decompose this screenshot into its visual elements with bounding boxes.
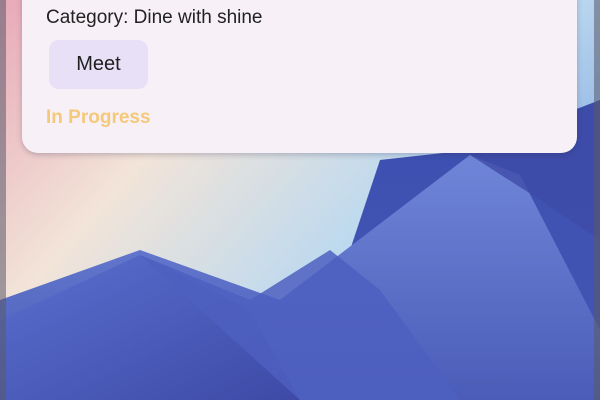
category-label: Category: Dine with shine [46, 7, 263, 28]
status-label: In Progress [46, 107, 151, 128]
meet-tag-chip[interactable]: Meet [49, 40, 148, 89]
phone-screen: Category: Dine with shine Meet In Progre… [0, 0, 600, 400]
task-card[interactable]: Category: Dine with shine Meet In Progre… [22, 0, 577, 153]
